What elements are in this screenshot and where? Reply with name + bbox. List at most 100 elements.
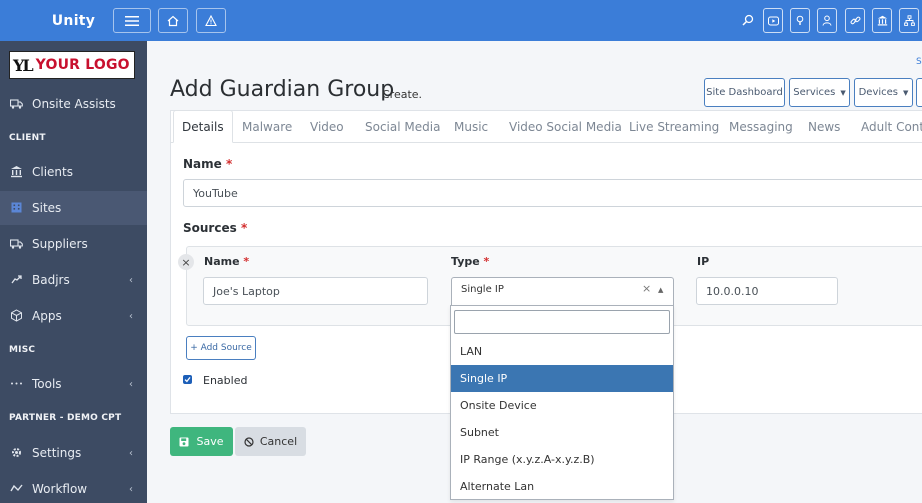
sidebar-item-sites[interactable]: Sites: [0, 191, 147, 225]
required-marker: *: [483, 255, 490, 268]
tab-details[interactable]: Details: [173, 110, 233, 143]
tab-music[interactable]: Music: [454, 110, 488, 143]
check-icon: [184, 377, 191, 383]
type-dropdown: LAN Single IP Onsite Device Subnet IP Ra…: [450, 305, 674, 500]
tab-messaging[interactable]: Messaging: [729, 110, 793, 143]
tab-live-streaming[interactable]: Live Streaming: [629, 110, 719, 143]
sidebar-item-apps[interactable]: Apps ‹: [0, 299, 147, 333]
caret-up-icon: ▲: [658, 286, 664, 294]
source-name-label: Name *: [204, 255, 250, 268]
institution-button[interactable]: [872, 8, 892, 33]
links-button[interactable]: [845, 8, 865, 33]
tips-button[interactable]: [790, 8, 810, 33]
home-button[interactable]: [158, 8, 188, 33]
save-label: Save: [196, 435, 224, 448]
enabled-checkbox[interactable]: [183, 375, 192, 384]
source-ip-label: IP: [697, 255, 710, 268]
building-icon: [11, 202, 22, 213]
caret-down-icon: ▼: [840, 88, 846, 97]
chevron-left-icon: ‹: [129, 483, 133, 495]
source-name-input[interactable]: Joe's Laptop: [203, 277, 428, 305]
logo-text: YOUR LOGO: [35, 57, 130, 73]
option-onsite-device[interactable]: Onsite Device: [451, 392, 673, 419]
tab-video[interactable]: Video: [310, 110, 344, 143]
warning-icon: [205, 14, 217, 26]
hand-icon: [11, 275, 22, 284]
sidebar-item-clients[interactable]: Clients: [0, 155, 147, 189]
sitemap-icon: [903, 15, 915, 26]
sidebar-item-badjrs[interactable]: Badjrs ‹: [0, 263, 147, 297]
services-dropdown-button[interactable]: Services ▼: [789, 78, 850, 107]
required-marker: *: [225, 157, 233, 171]
top-bar: Unity: [0, 0, 922, 41]
page-title: Add Guardian Group: [170, 77, 395, 102]
source-ip-input[interactable]: 10.0.0.10: [696, 277, 838, 305]
more-button[interactable]: [916, 78, 922, 107]
option-subnet[interactable]: Subnet: [451, 419, 673, 446]
search-button[interactable]: [740, 12, 756, 28]
sidebar-item-onsite-assists[interactable]: Onsite Assists: [0, 87, 147, 121]
sidebar-item-tools[interactable]: Tools ‹: [0, 367, 147, 401]
sidebar-item-settings[interactable]: Settings ‹: [0, 436, 147, 470]
required-marker: *: [243, 255, 250, 268]
bank-icon: [877, 15, 887, 26]
media-button[interactable]: [763, 8, 783, 33]
add-source-button[interactable]: + Add Source: [186, 336, 256, 360]
logo-mark: YL: [13, 55, 34, 75]
home-icon: [167, 15, 179, 26]
enabled-label: Enabled: [203, 374, 248, 387]
bank-icon: [11, 166, 22, 178]
option-single-ip[interactable]: Single IP: [451, 365, 673, 392]
tab-malware[interactable]: Malware: [242, 110, 292, 143]
devices-dropdown-button[interactable]: Devices ▼: [854, 78, 913, 107]
search-icon: [742, 14, 754, 26]
group-name-input[interactable]: YouTube: [183, 179, 922, 207]
sidebar-item-label: Settings: [32, 446, 82, 460]
play-icon: [767, 16, 779, 25]
section-heading-misc: MISC: [9, 345, 36, 355]
sidebar: YL YOUR LOGO Onsite Assists CLIENT Clien…: [0, 41, 147, 503]
truck-icon: [10, 99, 23, 109]
section-heading-partner: PARTNER - DEMO CPT: [9, 413, 122, 423]
tab-adult-content[interactable]: Adult Content: [861, 110, 922, 143]
source-type-select[interactable]: Single IP × ▲: [451, 277, 674, 305]
breadcrumb[interactable]: S: [916, 57, 922, 67]
cancel-button[interactable]: Cancel: [235, 427, 306, 456]
sources-label: Sources *: [183, 221, 248, 235]
sidebar-item-suppliers[interactable]: Suppliers: [0, 227, 147, 261]
option-ip-range[interactable]: IP Range (x.y.z.A-x.y.z.B): [451, 446, 673, 473]
sidebar-item-workflow[interactable]: Workflow ‹: [0, 472, 147, 503]
tab-video-social-media[interactable]: Video Social Media: [509, 110, 622, 143]
company-logo[interactable]: YL YOUR LOGO: [9, 51, 135, 79]
alerts-button[interactable]: [196, 8, 226, 33]
dropdown-search-input[interactable]: [454, 310, 670, 334]
page-subtitle: Create.: [382, 88, 423, 101]
sidebar-item-label: Badjrs: [32, 273, 70, 287]
chevron-left-icon: ‹: [129, 447, 133, 459]
sidebar-item-label: Clients: [32, 165, 73, 179]
site-dashboard-label: Site Dashboard: [706, 87, 783, 98]
remove-source-button[interactable]: ×: [178, 254, 194, 270]
truck-icon: [10, 239, 23, 249]
name-label: Name *: [183, 157, 233, 171]
hamburger-icon: [125, 15, 139, 26]
caret-down-icon: ▼: [903, 88, 909, 97]
clear-selection-icon[interactable]: ×: [642, 282, 651, 295]
save-button[interactable]: Save: [170, 427, 233, 456]
option-lan[interactable]: LAN: [451, 338, 673, 365]
menu-toggle-button[interactable]: [113, 8, 151, 33]
sidebar-item-label: Apps: [32, 309, 62, 323]
devices-label: Devices: [858, 87, 899, 98]
category-tabs: Details Malware Video Social Media Music…: [170, 110, 922, 143]
link-icon: [850, 16, 860, 25]
services-label: Services: [793, 87, 836, 98]
cancel-label: Cancel: [259, 435, 298, 448]
tab-social-media[interactable]: Social Media: [365, 110, 440, 143]
site-dashboard-button[interactable]: Site Dashboard: [704, 78, 785, 107]
tab-news[interactable]: News: [808, 110, 840, 143]
save-icon: [179, 437, 189, 446]
sidebar-item-label: Sites: [32, 201, 62, 215]
profile-button[interactable]: [817, 8, 837, 33]
structure-button[interactable]: [899, 8, 919, 33]
option-alternate-lan[interactable]: Alternate Lan: [451, 473, 673, 500]
